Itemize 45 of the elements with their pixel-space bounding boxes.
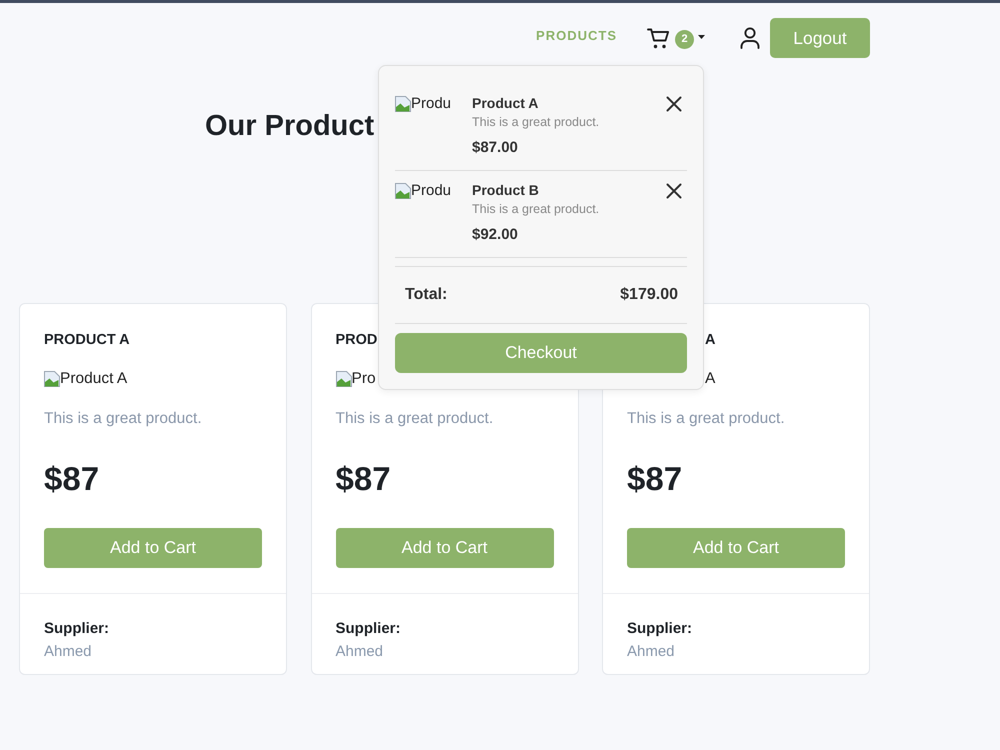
item-name: Product A	[472, 94, 538, 112]
supplier-label: Supplier:	[627, 619, 692, 639]
item-description: This is a great product.	[472, 201, 600, 218]
checkout-button[interactable]: Checkout	[395, 333, 687, 373]
product-price: $87	[627, 460, 682, 498]
close-icon[interactable]	[666, 183, 682, 199]
image-icon	[395, 96, 411, 112]
image-alt-text: Product A	[60, 369, 128, 389]
supplier-name: Ahmed	[336, 642, 384, 662]
image-alt-text: A	[705, 369, 716, 389]
product-title: A	[705, 331, 716, 350]
close-icon[interactable]	[666, 96, 682, 112]
supplier-name: Ahmed	[627, 642, 675, 662]
product-description: This is a great product.	[336, 409, 494, 429]
product-description: This is a great product.	[44, 409, 202, 429]
item-price: $92.00	[472, 226, 518, 244]
item-price: $87.00	[472, 139, 518, 157]
add-to-cart-button[interactable]: Add to Cart	[336, 528, 554, 568]
page-heading: Our Product	[205, 109, 374, 143]
cart-icon[interactable]	[647, 26, 671, 50]
user-icon[interactable]	[740, 27, 760, 49]
product-title: PROD	[336, 331, 378, 350]
total-amount: $179.00	[620, 285, 678, 305]
cart-count-badge: 2	[675, 30, 694, 48]
item-name: Product B	[472, 181, 539, 199]
image-alt-text: Produ	[411, 182, 452, 200]
add-to-cart-button[interactable]: Add to Cart	[627, 528, 845, 568]
supplier-label: Supplier:	[44, 619, 110, 639]
add-to-cart-button[interactable]: Add to Cart	[44, 528, 262, 568]
nav-link[interactable]: PRODUCTS	[536, 28, 617, 44]
image-alt-text: Pro	[352, 369, 376, 389]
total-label: Total:	[405, 285, 448, 305]
supplier-name: Ahmed	[44, 642, 92, 662]
image-icon	[44, 371, 60, 387]
product-price: $87	[44, 460, 100, 498]
product-price: $87	[336, 460, 391, 498]
item-description: This is a great product.	[472, 114, 600, 131]
image-icon	[395, 183, 411, 199]
logout-button[interactable]: Logout	[770, 18, 870, 58]
product-description: This is a great product.	[627, 409, 785, 429]
product-title: PRODUCT A	[44, 331, 130, 350]
image-alt-text: Produ	[411, 95, 452, 113]
supplier-label: Supplier:	[336, 619, 401, 639]
image-icon	[336, 371, 352, 387]
caret-icon[interactable]	[698, 35, 705, 39]
